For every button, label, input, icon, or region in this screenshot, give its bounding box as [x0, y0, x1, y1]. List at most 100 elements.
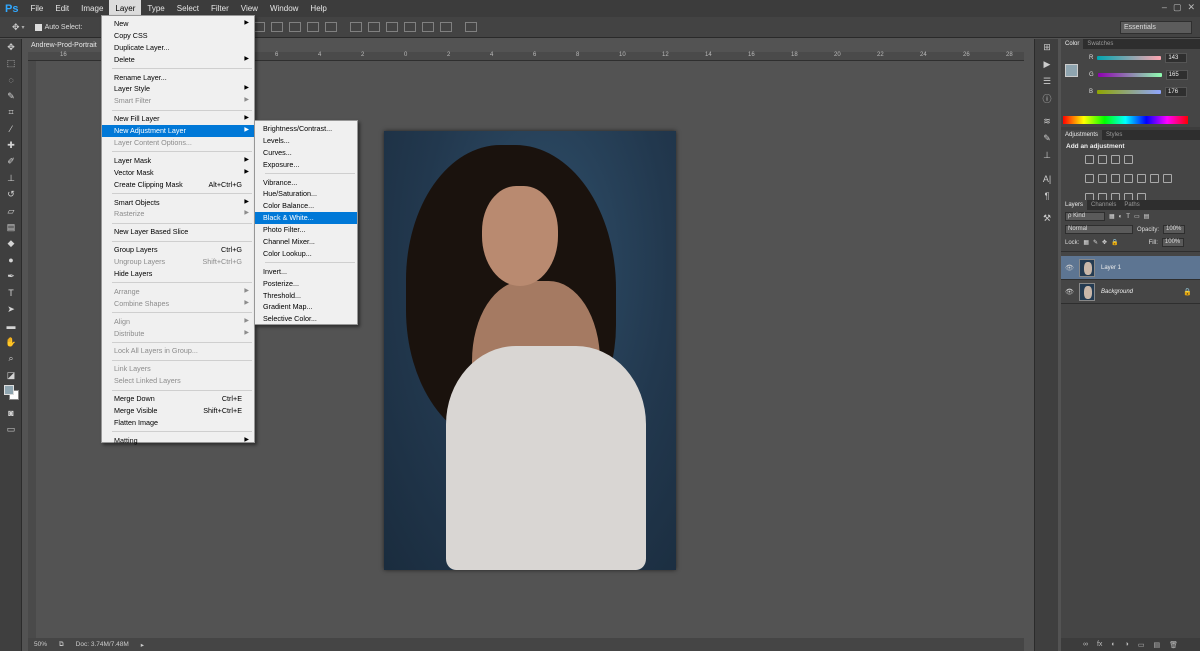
tab-styles[interactable]: Styles — [1102, 130, 1126, 140]
clone-source-icon[interactable]: ⊥ — [1035, 147, 1059, 164]
clone-stamp-tool-icon[interactable]: ⊥ — [0, 170, 22, 186]
crop-tool-icon[interactable]: ⌗ — [0, 105, 22, 121]
share-icon[interactable]: ⧉ — [59, 641, 64, 649]
move-tool-icon[interactable]: ✥ — [12, 22, 20, 33]
eyedropper-tool-icon[interactable]: ⁄ — [0, 121, 22, 137]
marquee-tool-icon[interactable]: ⬚ — [0, 55, 22, 71]
menu-item-group-layers[interactable]: Group Layers Ctrl+G — [102, 244, 254, 256]
distribute-center-icon[interactable] — [422, 22, 435, 32]
blur-tool-icon[interactable]: ◆ — [0, 236, 22, 252]
paragraph-icon[interactable]: ¶ — [1035, 187, 1059, 204]
distribute-right-icon[interactable] — [440, 22, 453, 32]
tool-presets-icon[interactable]: ⚒ — [1035, 210, 1059, 227]
curves-icon[interactable] — [1111, 155, 1120, 164]
align-middle-icon[interactable] — [253, 22, 266, 32]
tab-swatches[interactable]: Swatches — [1083, 39, 1117, 49]
menu-item-smart-objects[interactable]: Smart Objects ▶ — [102, 197, 254, 209]
link-layers-icon[interactable]: ∞ — [1083, 641, 1088, 648]
history-brush-tool-icon[interactable]: ↺ — [0, 187, 22, 203]
menu-item-color-balance[interactable]: Color Balance... — [255, 200, 357, 212]
document-tab[interactable]: Andrew-Prod-Portrait — [28, 39, 108, 52]
filter-smart-icon[interactable]: ▤ — [1144, 213, 1150, 220]
properties-icon[interactable]: ☰ — [1035, 73, 1059, 90]
tab-adjustments[interactable]: Adjustments — [1061, 130, 1103, 140]
menu-item-color-lookup[interactable]: Color Lookup... — [255, 248, 357, 260]
menu-item-duplicate-layer[interactable]: Duplicate Layer... — [102, 42, 254, 54]
distribute-left-icon[interactable] — [404, 22, 417, 32]
screen-mode-icon[interactable]: ▭ — [0, 422, 22, 438]
menu-item-create-clipping-mask[interactable]: Create Clipping Mask Alt+Ctrl+G — [102, 179, 254, 191]
zoom-level[interactable]: 50% — [34, 641, 47, 648]
exposure-icon[interactable] — [1124, 155, 1133, 164]
menu-item-curves[interactable]: Curves... — [255, 147, 357, 159]
menu-item-new-fill-layer[interactable]: New Fill Layer ▶ — [102, 113, 254, 125]
menu-item-rename-layer[interactable]: Rename Layer... — [102, 72, 254, 84]
menu-item-channel-mixer[interactable]: Channel Mixer... — [255, 236, 357, 248]
blue-value[interactable]: 176 — [1165, 87, 1188, 97]
menu-file[interactable]: File — [24, 0, 49, 17]
menu-item-posterize[interactable]: Posterize... — [255, 278, 357, 290]
align-right-icon[interactable] — [325, 22, 338, 32]
type-tool-icon[interactable]: T — [0, 285, 22, 301]
channel-mixer-icon[interactable] — [1150, 174, 1159, 183]
align-bottom-icon[interactable] — [271, 22, 284, 32]
distribute-bottom-icon[interactable] — [386, 22, 399, 32]
lock-all-icon[interactable]: 🔒 — [1111, 239, 1118, 246]
red-slider[interactable] — [1097, 56, 1162, 60]
lasso-tool-icon[interactable]: ◌ — [0, 72, 22, 88]
default-colors-icon[interactable]: ◪ — [0, 367, 22, 383]
blend-mode-select[interactable]: Normal — [1065, 225, 1133, 234]
photo-filter-icon[interactable] — [1137, 174, 1146, 183]
menu-item-selective-color[interactable]: Selective Color... — [255, 313, 357, 325]
levels-icon[interactable] — [1098, 155, 1107, 164]
menu-item-vibrance[interactable]: Vibrance... — [255, 177, 357, 189]
red-value[interactable]: 143 — [1165, 53, 1188, 63]
filter-shape-icon[interactable]: ▭ — [1134, 213, 1140, 220]
doc-info[interactable]: Doc: 3.74M/7.48M — [76, 641, 129, 648]
black-white-icon[interactable] — [1124, 174, 1133, 183]
menu-item-merge-down[interactable]: Merge Down Ctrl+E — [102, 393, 254, 405]
auto-select-checkbox[interactable] — [34, 23, 42, 31]
brightness-icon[interactable] — [1085, 155, 1094, 164]
play-actions-icon[interactable]: ▶ — [1035, 56, 1059, 73]
auto-align-icon[interactable] — [465, 22, 478, 32]
tab-channels[interactable]: Channels — [1087, 200, 1120, 210]
menu-item-invert[interactable]: Invert... — [255, 266, 357, 278]
menu-item-gradient-map[interactable]: Gradient Map... — [255, 301, 357, 313]
quick-select-tool-icon[interactable]: ✎ — [0, 88, 22, 104]
layer-row[interactable]: 👁 Layer 1 — [1061, 256, 1200, 280]
hand-tool-icon[interactable]: ✋ — [0, 334, 22, 350]
fill-input[interactable]: 100% — [1161, 238, 1184, 247]
filter-type-icon[interactable]: T — [1126, 214, 1130, 220]
tab-paths[interactable]: Paths — [1120, 200, 1143, 210]
character-icon[interactable]: A| — [1035, 170, 1059, 187]
menu-item-photo-filter[interactable]: Photo Filter... — [255, 224, 357, 236]
menu-help[interactable]: Help — [304, 0, 332, 17]
close-button[interactable]: ✕ — [1187, 2, 1195, 13]
lock-position-icon[interactable]: ✥ — [1102, 239, 1107, 246]
menu-item-brightness-contrast[interactable]: Brightness/Contrast... — [255, 123, 357, 135]
eye-icon[interactable]: 👁 — [1065, 264, 1074, 272]
brush-icon[interactable]: ✎ — [1035, 130, 1059, 147]
quick-mask-icon[interactable]: ◙ — [0, 405, 22, 421]
layer-name[interactable]: Background — [1101, 289, 1133, 295]
green-slider[interactable] — [1097, 73, 1162, 77]
info-icon[interactable]: ⓘ — [1035, 90, 1059, 107]
filter-pixel-icon[interactable]: ▦ — [1109, 213, 1115, 220]
color-lookup-icon[interactable] — [1163, 174, 1172, 183]
minimize-button[interactable]: – — [1162, 2, 1167, 13]
menu-item-flatten-image[interactable]: Flatten Image — [102, 417, 254, 429]
shape-tool-icon[interactable]: ▬ — [0, 318, 22, 334]
distribute-top-icon[interactable] — [350, 22, 363, 32]
menu-item-hue-saturation[interactable]: Hue/Saturation... — [255, 188, 357, 200]
move-tool-icon[interactable]: ✥ — [0, 39, 22, 55]
maximize-button[interactable]: ▢ — [1173, 2, 1182, 13]
menu-item-layer-mask[interactable]: Layer Mask ▶ — [102, 155, 254, 167]
add-mask-icon[interactable]: ◐ — [1111, 641, 1115, 648]
menu-item-delete[interactable]: Delete ▶ — [102, 54, 254, 66]
menu-item-threshold[interactable]: Threshold... — [255, 290, 357, 302]
history-icon[interactable]: ⊞ — [1035, 39, 1059, 56]
auto-select-option[interactable]: Auto Select: — [34, 23, 82, 31]
menu-item-exposure[interactable]: Exposure... — [255, 159, 357, 171]
menu-window[interactable]: Window — [264, 0, 304, 17]
